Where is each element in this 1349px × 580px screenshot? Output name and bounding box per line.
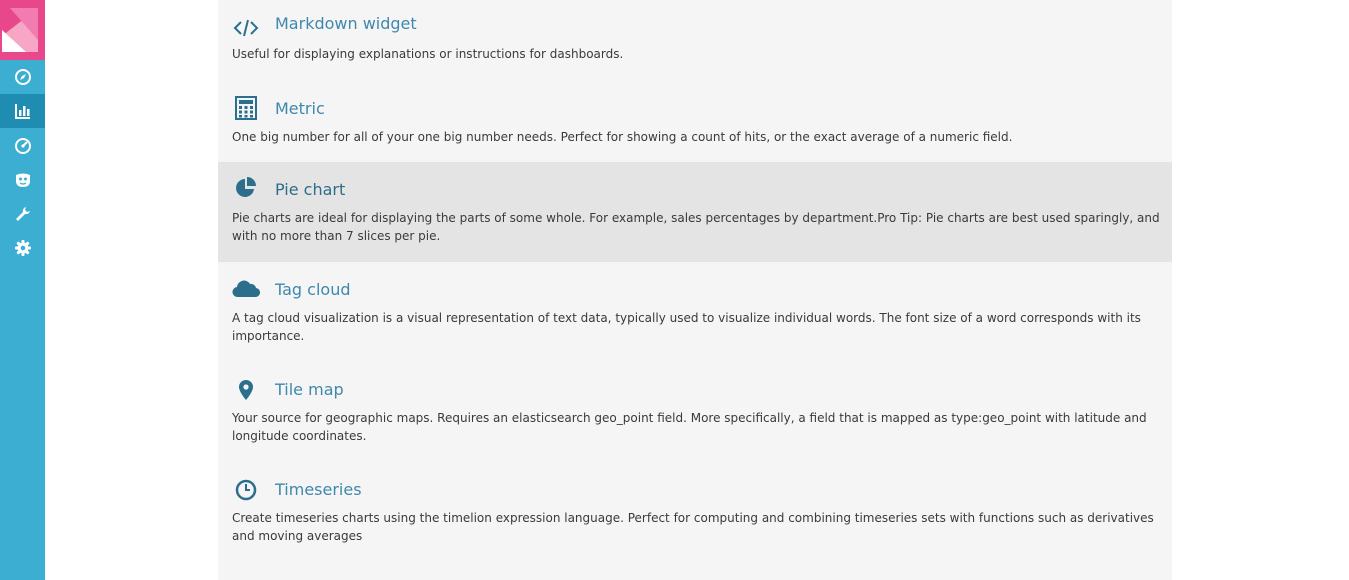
kibana-logo[interactable] (0, 0, 45, 60)
clock-icon (232, 478, 260, 502)
code-icon (232, 16, 260, 40)
vis-type-description: Create timeseries charts using the timel… (232, 511, 1154, 543)
vis-type-description: Your source for geographic maps. Require… (232, 411, 1147, 443)
vis-type-tile-map[interactable]: Tile map Your source for geographic maps… (218, 362, 1172, 462)
vis-type-timeseries[interactable]: Timeseries Create timeseries charts usin… (218, 462, 1172, 562)
vis-type-pie-chart[interactable]: Pie chart Pie charts are ideal for displ… (218, 162, 1172, 262)
vis-type-title: Pie chart (275, 180, 346, 199)
sidebar-item-timelion[interactable] (0, 163, 45, 197)
sidebar-item-discover[interactable] (0, 60, 45, 94)
sidebar-item-management[interactable] (0, 231, 45, 265)
map-marker-icon (232, 378, 260, 402)
sidebar-item-visualize[interactable] (0, 94, 45, 128)
pie-chart-icon (232, 176, 260, 200)
vis-type-title: Metric (275, 99, 325, 118)
bar-chart-icon (14, 104, 30, 119)
vis-type-description: Useful for displaying explanations or in… (232, 47, 624, 61)
cloud-icon (232, 276, 260, 300)
timelion-mask-icon (15, 173, 30, 187)
vis-type-description: A tag cloud visualization is a visual re… (232, 311, 1141, 343)
vis-type-title: Tag cloud (275, 280, 351, 299)
sidebar (0, 0, 45, 580)
vis-type-metric[interactable]: Metric One big number for all of your on… (218, 82, 1172, 162)
sidebar-item-dashboard[interactable] (0, 129, 45, 163)
vis-type-title: Timeseries (275, 480, 362, 499)
vis-type-title: Markdown widget (275, 14, 417, 33)
calculator-icon (232, 96, 260, 120)
visualization-type-list: Markdown widget Useful for displaying ex… (218, 0, 1172, 580)
dashboard-gauge-icon (14, 138, 31, 154)
vis-type-description: One big number for all of your one big n… (232, 130, 1013, 144)
sidebar-item-dev-tools[interactable] (0, 197, 45, 231)
vis-type-tag-cloud[interactable]: Tag cloud A tag cloud visualization is a… (218, 262, 1172, 362)
vis-type-markdown-widget[interactable]: Markdown widget Useful for displaying ex… (218, 0, 1172, 82)
wrench-icon (15, 207, 30, 221)
compass-icon (14, 69, 31, 85)
vis-type-description: Pie charts are ideal for displaying the … (232, 211, 1160, 243)
vis-type-title: Tile map (275, 380, 344, 399)
gear-icon (14, 240, 31, 256)
